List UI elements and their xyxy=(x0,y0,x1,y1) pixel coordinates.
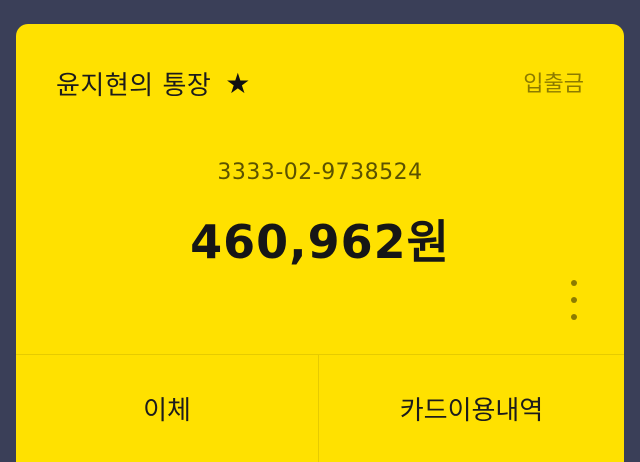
deposit-withdraw-link[interactable]: 입출금 xyxy=(523,66,584,98)
card-history-button[interactable]: 카드이용내역 xyxy=(319,355,624,462)
account-name-label: 윤지현의 통장 xyxy=(56,71,212,101)
star-icon[interactable]: ★ xyxy=(225,69,251,98)
more-vertical-icon[interactable] xyxy=(568,280,580,320)
account-title[interactable]: 윤지현의 통장 ★ xyxy=(56,65,251,102)
account-card: 윤지현의 통장 ★ 입출금 3333-02-9738524 460,962원 이… xyxy=(16,24,624,462)
more-dot xyxy=(571,280,577,286)
account-balance: 460,962원 xyxy=(190,215,450,269)
more-dot xyxy=(571,297,577,303)
transfer-button[interactable]: 이체 xyxy=(16,355,318,462)
account-number: 3333-02-9738524 xyxy=(217,160,423,185)
card-history-button-label: 카드이용내역 xyxy=(399,396,544,426)
transfer-button-label: 이체 xyxy=(143,396,191,426)
more-dot xyxy=(571,314,577,320)
